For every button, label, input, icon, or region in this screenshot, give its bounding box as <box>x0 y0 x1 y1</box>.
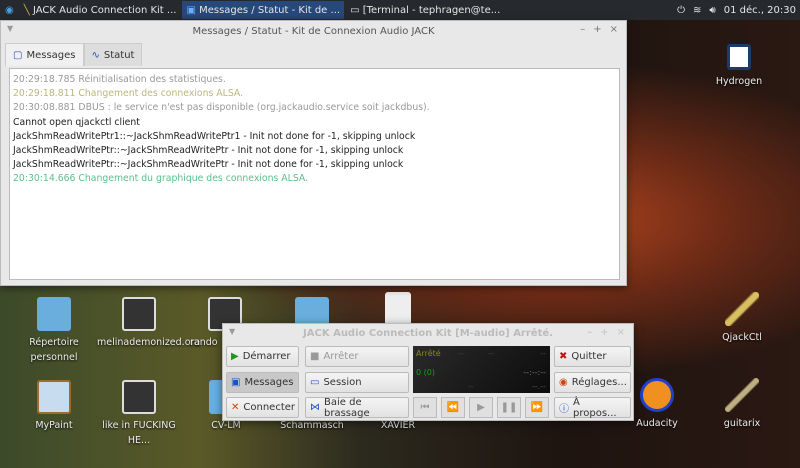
tab-statut[interactable]: ∿ Statut <box>83 43 143 66</box>
task-jack[interactable]: ╲ JACK Audio Connection Kit ... <box>20 1 181 19</box>
time-text: --:--:-- <box>523 368 546 377</box>
titlebar: ▼ Messages / Statut - Kit de Connexion A… <box>7 24 618 37</box>
display-field: -- <box>488 349 494 358</box>
hydrogen-icon <box>727 44 751 70</box>
guitarix-icon <box>725 378 759 412</box>
jack-icon: ╲ <box>23 4 30 16</box>
settings-icon: ◉ <box>559 377 568 388</box>
stop-button[interactable]: ■ Arrêter <box>305 346 409 367</box>
about-button[interactable]: ⓘ À propos... <box>554 397 631 419</box>
power-icon[interactable]: ⏻ <box>677 5 685 16</box>
desktop-icon-melinademonized[interactable]: melinademonized.ora <box>97 297 200 350</box>
desktop-icon-hydrogen[interactable]: Hydrogen <box>697 44 781 89</box>
desktop-icon-like-in[interactable]: like in FUCKING HE... <box>97 380 181 448</box>
task-terminal[interactable]: ▭ [Terminal - tephragen@te... <box>346 1 504 19</box>
window-menu-icon[interactable]: ▼ <box>229 327 235 336</box>
task-messages[interactable]: ▣ Messages / Statut - Kit de ... <box>182 1 345 19</box>
close-button[interactable]: × <box>617 327 625 338</box>
display-field: -- <box>458 349 464 358</box>
audacity-icon <box>640 378 674 412</box>
messages-window: ▼ Messages / Statut - Kit de Connexion A… <box>0 20 627 286</box>
pause-icon: ❚❚ <box>500 402 518 413</box>
status-text: Arrêté <box>416 349 441 358</box>
pulse-icon: ∿ <box>91 49 100 61</box>
log-line: 20:30:14.666 Changement du graphique des… <box>13 173 309 185</box>
volume-icon[interactable]: 🔊︎ <box>709 5 715 16</box>
taskbar: ◉ ╲ JACK Audio Connection Kit ... ▣ Mess… <box>0 0 800 20</box>
log-line: 20:30:08.881 DBUS : le service n'est pas… <box>13 102 430 114</box>
fast-forward-icon: ⏩ <box>530 402 544 413</box>
desktop-icon-mypaint[interactable]: MyPaint <box>12 380 96 433</box>
play-button[interactable]: ▶ <box>469 397 493 418</box>
log-line: JackShmReadWritePtr::~JackShmReadWritePt… <box>13 145 404 157</box>
message-log[interactable]: 20:29:18.785 Réinitialisation des statis… <box>9 68 620 280</box>
play-icon: ▶ <box>477 402 485 413</box>
quit-icon: ✖ <box>559 351 568 362</box>
image-file-icon <box>122 297 156 331</box>
log-line: JackShmReadWritePtr1::~JackShmReadWriteP… <box>13 130 416 142</box>
log-line: Cannot open qjackctl client <box>13 116 140 128</box>
messages-icon: ▣ <box>186 4 196 16</box>
image-file-icon <box>122 380 156 414</box>
document-icon <box>385 292 411 326</box>
maximize-button[interactable]: + <box>593 24 601 35</box>
window-menu-icon[interactable]: ▼ <box>7 24 13 33</box>
session-button[interactable]: ▭ Session <box>305 372 409 393</box>
minimize-button[interactable]: – <box>580 24 585 35</box>
rewind-button[interactable]: ⏪ <box>441 397 465 418</box>
patchbay-icon: ⋈ <box>310 402 320 413</box>
log-line: 20:29:18.811 Changement des connexions A… <box>13 88 244 100</box>
desktop-icon-home[interactable]: Répertoire personnel <box>12 297 96 365</box>
jack-plug-icon <box>725 292 759 326</box>
start-button[interactable]: ▶ Démarrer <box>226 346 299 367</box>
settings-button[interactable]: ◉ Réglages... <box>554 372 631 393</box>
display-field: -- <box>468 382 474 391</box>
connect-icon: ✕ <box>231 402 240 413</box>
tab-messages[interactable]: ▢ Messages <box>5 43 84 66</box>
play-icon: ▶ <box>231 351 239 362</box>
pause-button[interactable]: ❚❚ <box>497 397 521 418</box>
stop-icon: ■ <box>310 351 320 362</box>
quit-button[interactable]: ✖ Quitter <box>554 346 631 367</box>
home-folder-icon <box>37 297 71 331</box>
rewind-icon: ⏪ <box>446 402 460 413</box>
log-line: 20:29:18.785 Réinitialisation des statis… <box>13 74 226 85</box>
display-field: --.-- <box>531 382 546 391</box>
terminal-icon: ▭ <box>350 4 360 16</box>
desktop-icon-qjackctl[interactable]: QjackCtl <box>700 292 784 345</box>
rewind-to-start-button[interactable]: ⏮ <box>413 397 437 418</box>
messages-icon: ▢ <box>13 49 23 61</box>
minimize-button[interactable]: – <box>587 327 592 338</box>
titlebar: ▼ JACK Audio Connection Kit [M-audio] Ar… <box>229 327 625 339</box>
desktop-icon-guitarix[interactable]: guitarix <box>700 378 784 431</box>
forward-button[interactable]: ⏩ <box>525 397 549 418</box>
connect-button[interactable]: ✕ Connecter <box>226 397 299 418</box>
maximize-button[interactable]: + <box>600 327 608 338</box>
folder-icon: ▭ <box>310 377 320 388</box>
jack-main-window: ▼ JACK Audio Connection Kit [M-audio] Ar… <box>222 323 634 421</box>
messages-button[interactable]: ▣ Messages <box>226 372 299 393</box>
log-line: JackShmReadWritePtr::~JackShmReadWritePt… <box>13 159 404 171</box>
close-button[interactable]: × <box>610 24 618 35</box>
app-menu-icon[interactable]: ◉ <box>5 5 14 16</box>
patchbay-button[interactable]: ⋈ Baie de brassage <box>305 397 409 419</box>
clock[interactable]: 01 déc., 20:30 <box>724 5 796 16</box>
display-field: -- <box>540 349 546 358</box>
xruns-text: 0 (0) <box>416 368 435 377</box>
system-tray: ⏻ ≋ 🔊︎ 01 déc., 20:30 <box>677 0 796 20</box>
status-display: Arrêté 0 (0) --:--:-- -- -- -- -- --.-- <box>413 346 550 393</box>
messages-icon: ▣ <box>231 377 241 388</box>
skip-back-icon: ⏮ <box>420 402 430 413</box>
mypaint-icon <box>37 380 71 414</box>
wifi-icon[interactable]: ≋ <box>693 5 701 16</box>
info-icon: ⓘ <box>559 404 569 415</box>
